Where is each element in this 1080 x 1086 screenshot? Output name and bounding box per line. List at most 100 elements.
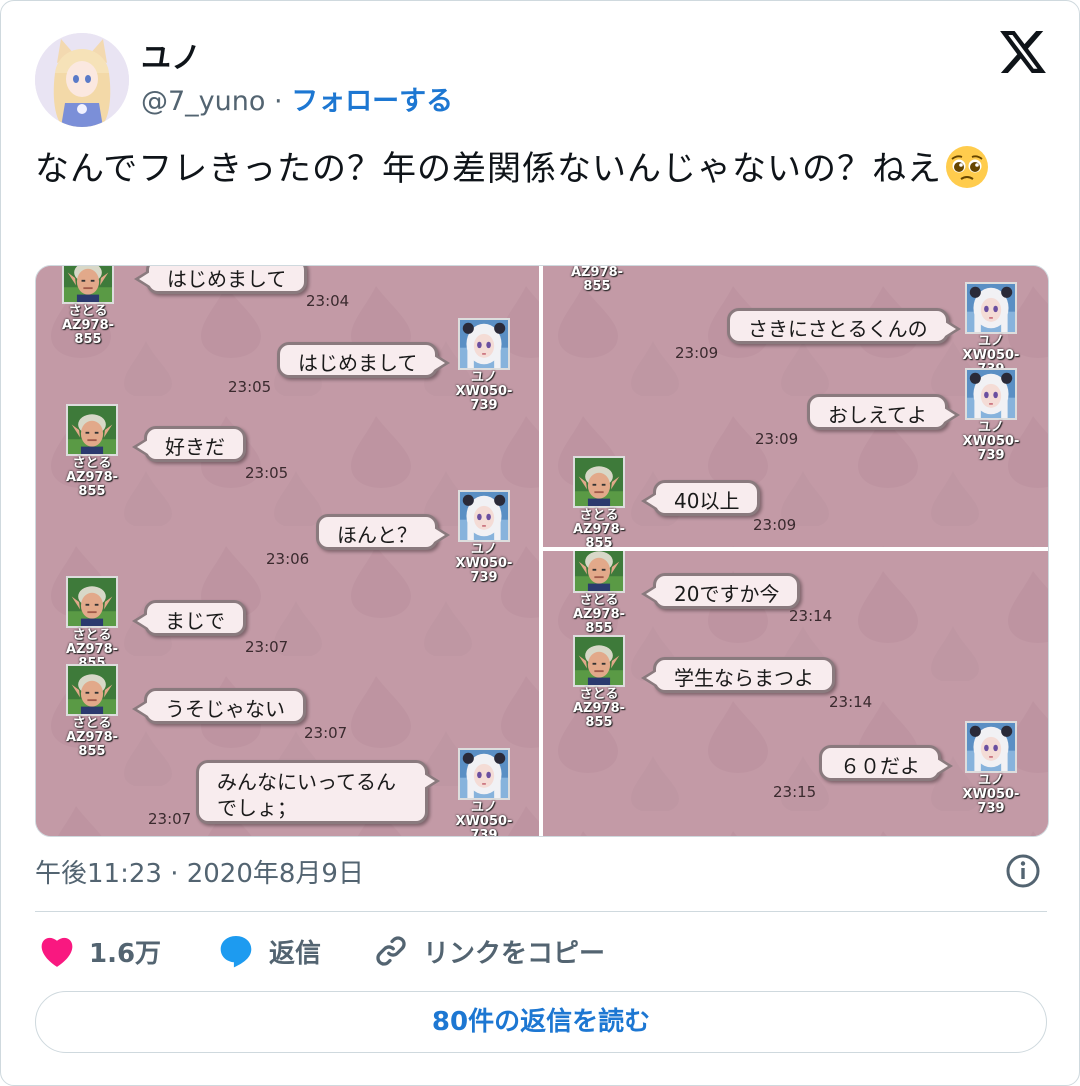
- yuno-avatar-icon: [965, 721, 1017, 773]
- yuno-avatar-icon: [965, 282, 1017, 334]
- satoru-avatar-icon: [573, 456, 625, 508]
- chara-name: さとる: [579, 687, 619, 702]
- satoru-avatar-icon: [573, 551, 625, 593]
- copy-link-label: リンクをコピー: [423, 938, 606, 969]
- yuno-portrait: ユノ XW050-739: [450, 318, 518, 413]
- tweet-body: なんでフレきったの？年の差関係ないんじゃないの？ねえ: [35, 149, 942, 189]
- chat-bubble: 40以上: [640, 480, 761, 516]
- chara-id: XW050-739: [962, 787, 1020, 816]
- chara-name: さとる: [579, 508, 619, 523]
- chat-bubble: ほんと？: [316, 514, 450, 550]
- chat-time: 23:15: [773, 783, 817, 801]
- satoru-portrait: さとる AZ978-855: [54, 266, 122, 347]
- chara-name: ユノ: [977, 334, 1004, 349]
- chat-time: 23:14: [829, 693, 873, 711]
- chat-time: 23:04: [306, 292, 350, 310]
- chat-bubble: 好きだ: [132, 426, 246, 462]
- chat-bubble: みんなにいってるんでしょ；: [196, 760, 440, 824]
- satoru-id-fragment: AZ978-855: [570, 266, 624, 294]
- chat-bubble: はじめまして: [133, 266, 308, 294]
- chara-name: さとる: [72, 628, 112, 643]
- read-replies-button[interactable]: 80件の返信を読む: [35, 991, 1047, 1053]
- satoru-portrait: さとる AZ978-855: [565, 456, 633, 547]
- handle-row: @7_yuno · フォローする: [141, 79, 453, 118]
- chara-name: ユノ: [470, 370, 497, 385]
- x-logo-icon[interactable]: [999, 31, 1047, 73]
- chat-time: 23:05: [228, 378, 272, 396]
- yuno-avatar-icon: [458, 318, 510, 370]
- author-handle[interactable]: @7_yuno: [141, 86, 265, 117]
- reply-label: 返信: [269, 938, 322, 969]
- chara-id: AZ978-855: [65, 470, 119, 499]
- chat-time: 23:09: [753, 516, 797, 534]
- chat-bubble: 20ですか今: [640, 573, 801, 609]
- chat-time: 23:09: [755, 430, 799, 448]
- chat-screenshot-2[interactable]: AZ978-855 さきにさとるくんの 23:09 ユノ XW050-739 おし…: [543, 266, 1048, 547]
- like-button[interactable]: 1.6万: [39, 929, 161, 973]
- author-name[interactable]: ユノ: [141, 33, 201, 77]
- chara-id: AZ978-855: [572, 607, 626, 636]
- heart-icon: [41, 937, 73, 967]
- chara-name: さとる: [68, 304, 108, 319]
- chat-time: 23:07: [148, 810, 192, 828]
- chat-screenshot-1[interactable]: さとる AZ978-855 はじめまして 23:04 はじめまして 23:05 ユ…: [36, 266, 539, 836]
- satoru-avatar-icon: [66, 664, 118, 716]
- satoru-portrait: さとる AZ978-855: [565, 635, 633, 730]
- chara-name: さとる: [72, 456, 112, 471]
- satoru-avatar-icon: [66, 576, 118, 628]
- link-icon: [376, 936, 406, 966]
- chat-time: 23:07: [304, 724, 348, 742]
- follow-button[interactable]: フォローする: [291, 86, 453, 117]
- yuno-avatar-icon: [458, 490, 510, 542]
- avatar[interactable]: [35, 33, 129, 127]
- satoru-avatar-icon: [62, 266, 114, 304]
- chara-name: ユノ: [977, 420, 1004, 435]
- chara-id: XW050-739: [455, 384, 513, 413]
- tweet-datetime[interactable]: 午後11:23 · 2020年8月9日: [35, 853, 364, 890]
- tweet-card: ユノ @7_yuno · フォローする なんでフレきったの？年の差関係ないんじゃ…: [0, 0, 1080, 1086]
- pleading-face-icon: [945, 146, 988, 188]
- satoru-avatar-icon: [573, 635, 625, 687]
- chat-time: 23:07: [245, 638, 289, 656]
- yuno-portrait: ユノ XW050-739: [450, 748, 518, 836]
- chara-id: XW050-739: [455, 556, 513, 585]
- info-icon[interactable]: [1005, 853, 1041, 889]
- chat-bubble: おしえてよ: [807, 394, 960, 430]
- chat-time: 23:14: [789, 607, 833, 625]
- divider: [35, 911, 1047, 912]
- satoru-portrait: さとる AZ978-855: [58, 664, 126, 759]
- chara-name: さとる: [579, 593, 619, 608]
- yuno-avatar-icon: [965, 368, 1017, 420]
- chat-time: 23:06: [266, 550, 310, 568]
- chat-bubble: まじで: [132, 600, 246, 636]
- chara-id: AZ978-855: [61, 318, 115, 347]
- chat-time: 23:05: [245, 464, 289, 482]
- yuno-portrait: ユノ XW050-739: [450, 490, 518, 585]
- chat-bubble: はじめまして: [277, 342, 451, 378]
- chat-screenshot-3[interactable]: さとる AZ978-855 20ですか今 23:14 さとる AZ978-855 学…: [543, 551, 1048, 836]
- chat-time: 23:09: [675, 344, 719, 362]
- yuno-portrait: ユノ XW050-739: [957, 282, 1025, 377]
- chara-id: XW050-739: [455, 814, 513, 837]
- copy-link-button[interactable]: リンクをコピー: [373, 929, 605, 973]
- chara-id: AZ978-855: [65, 730, 119, 759]
- reply-button[interactable]: 返信: [217, 929, 321, 973]
- yuno-portrait: ユノ XW050-739: [957, 368, 1025, 463]
- satoru-avatar-icon: [66, 404, 118, 456]
- satoru-portrait: さとる AZ978-855: [58, 576, 126, 671]
- yuno-portrait: ユノ XW050-739: [957, 721, 1025, 816]
- chat-bubble: 学生ならまつよ: [641, 657, 835, 693]
- chara-name: ユノ: [470, 542, 497, 557]
- yuno-avatar-icon: [458, 748, 510, 800]
- chat-bubble: さきにさとるくんの: [727, 308, 961, 344]
- chat-bubble: ６０だよ: [819, 745, 953, 781]
- chara-id: XW050-739: [962, 434, 1020, 463]
- chat-bubble: うそじゃない: [132, 688, 306, 724]
- speech-bubble-icon: [220, 936, 252, 968]
- chara-id: AZ978-855: [572, 522, 626, 548]
- chara-id: AZ978-855: [572, 701, 626, 730]
- tweet-text: なんでフレきったの？年の差関係ないんじゃないの？ねえ: [35, 143, 1045, 195]
- separator: ·: [274, 86, 283, 117]
- satoru-portrait: さとる AZ978-855: [565, 551, 633, 636]
- tweet-media[interactable]: さとる AZ978-855 はじめまして 23:04 はじめまして 23:05 ユ…: [35, 265, 1049, 837]
